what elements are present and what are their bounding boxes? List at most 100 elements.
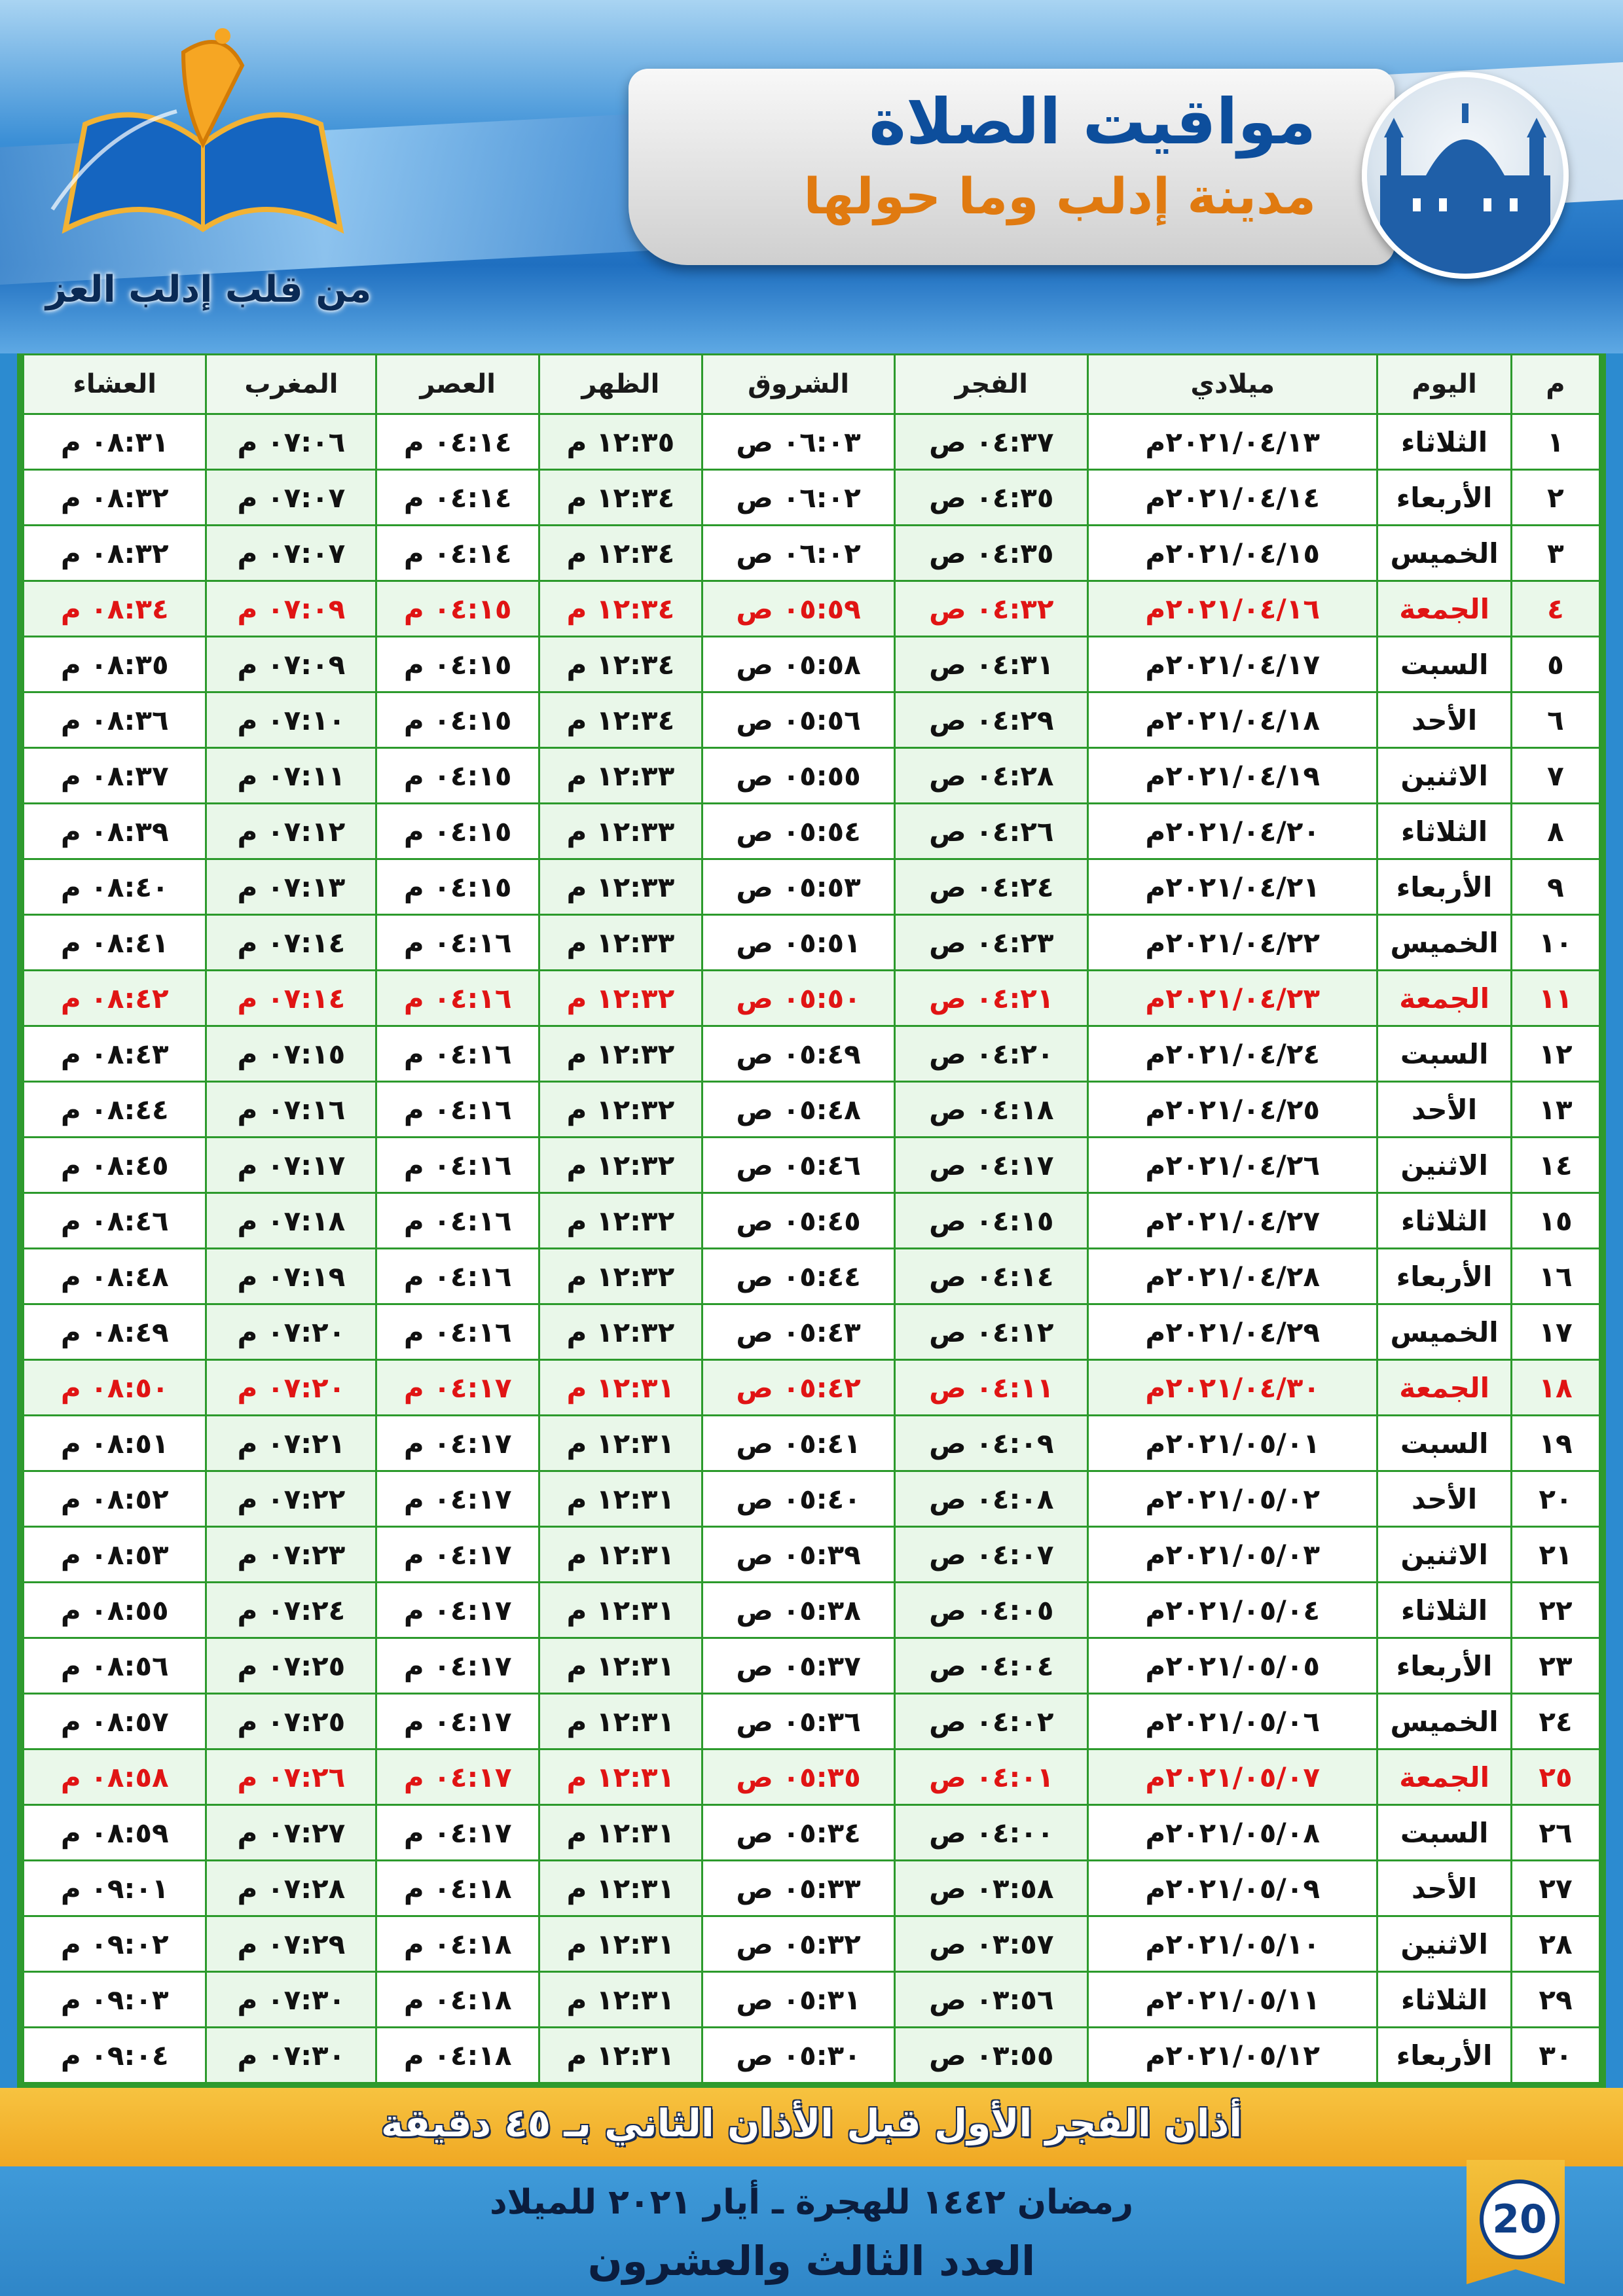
row-maghrib: ٠٧:١٧ م: [205, 1136, 378, 1194]
row-isha: ٠٨:٥٠ م: [22, 1359, 208, 1416]
row-maghrib: ٠٧:٣٠ م: [205, 2026, 378, 2084]
row-date: ٢٠٢١/٠٥/٠٦م: [1087, 1693, 1379, 1750]
table-row: ٢٣ الأربعاء ٢٠٢١/٠٥/٠٥م ٠٤:٠٤ ص ٠٥:٣٧ ص ١٢:٣١…: [22, 1637, 1601, 1695]
row-fajr: ٠٤:٢٦ ص: [894, 802, 1089, 860]
row-maghrib: ٠٧:٠٩ م: [205, 636, 378, 693]
table-row: ١٠ الخميس ٢٠٢١/٠٤/٢٢م ٠٤:٢٣ ص ٠٥:٥١ ص ١٢:٣٣ م…: [22, 914, 1601, 971]
row-asr: ٠٤:١٥ م: [375, 580, 541, 637]
row-dhuhr: ١٢:٣١ م: [538, 1804, 703, 1861]
row-isha: ٠٨:٥٢ م: [22, 1470, 208, 1528]
row-isha: ٠٨:٥٧ م: [22, 1693, 208, 1750]
row-isha: ٠٨:٤٤ م: [22, 1081, 208, 1138]
row-asr: ٠٤:١٧ م: [375, 1359, 541, 1416]
row-day: الأربعاء: [1376, 1247, 1512, 1305]
row-sunrise: ٠٥:٣٠ ص: [701, 2026, 896, 2084]
row-dhuhr: ١٢:٣٤ م: [538, 580, 703, 637]
row-asr: ٠٤:١٦ م: [375, 1192, 541, 1249]
row-fajr: ٠٤:٠٩ ص: [894, 1414, 1089, 1472]
row-number: ٢٤: [1510, 1693, 1601, 1750]
row-isha: ٠٨:٥٦ م: [22, 1637, 208, 1695]
row-date: ٢٠٢١/٠٤/١٤م: [1087, 469, 1379, 526]
row-day: الثلاثاء: [1376, 1581, 1512, 1639]
row-asr: ٠٤:١٦ م: [375, 969, 541, 1027]
row-day: الجمعة: [1376, 580, 1512, 637]
row-maghrib: ٠٧:٢٠ م: [205, 1303, 378, 1361]
row-date: ٢٠٢١/٠٤/١٣م: [1087, 413, 1379, 471]
row-sunrise: ٠٥:٣١ ص: [701, 1971, 896, 2028]
row-day: الأحد: [1376, 1081, 1512, 1138]
row-fajr: ٠٤:٢٩ ص: [894, 691, 1089, 749]
row-day: الأحد: [1376, 691, 1512, 749]
row-sunrise: ٠٥:٥٨ ص: [701, 636, 896, 693]
row-number: ٢٦: [1510, 1804, 1601, 1861]
row-day: الاثنين: [1376, 1526, 1512, 1583]
row-date: ٢٠٢١/٠٤/٢٠م: [1087, 802, 1379, 860]
row-fajr: ٠٤:٠٠ ص: [894, 1804, 1089, 1861]
row-isha: ٠٨:٣٤ م: [22, 580, 208, 637]
row-fajr: ٠٣:٥٦ ص: [894, 1971, 1089, 2028]
row-day: الخميس: [1376, 524, 1512, 582]
row-sunrise: ٠٥:٤٥ ص: [701, 1192, 896, 1249]
table-header-row: م اليوم ميلادي الفجر الشروق الظهر العصر …: [22, 353, 1601, 415]
row-maghrib: ٠٧:٠٧ م: [205, 524, 378, 582]
table-row: ٢١ الاثنين ٢٠٢١/٠٥/٠٣م ٠٤:٠٧ ص ٠٥:٣٩ ص ١٢:٣١ …: [22, 1526, 1601, 1583]
row-fajr: ٠٤:٢٨ ص: [894, 747, 1089, 804]
row-day: الثلاثاء: [1376, 1192, 1512, 1249]
row-day: الأحد: [1376, 1470, 1512, 1528]
row-number: ١: [1510, 413, 1601, 471]
row-sunrise: ٠٥:٥٤ ص: [701, 802, 896, 860]
row-maghrib: ٠٧:٢٨ م: [205, 1859, 378, 1917]
col-header-day: اليوم: [1376, 353, 1512, 415]
row-asr: ٠٤:١٧ م: [375, 1414, 541, 1472]
issue-badge: 20: [1467, 2160, 1565, 2284]
row-fajr: ٠٣:٥٨ ص: [894, 1859, 1089, 1917]
row-maghrib: ٠٧:٢٦ م: [205, 1748, 378, 1806]
row-number: ٣٠: [1510, 2026, 1601, 2084]
row-dhuhr: ١٢:٣١ م: [538, 1971, 703, 2028]
row-dhuhr: ١٢:٣١ م: [538, 1693, 703, 1750]
row-day: الاثنين: [1376, 1915, 1512, 1973]
row-day: الخميس: [1376, 1303, 1512, 1361]
row-number: ٢٠: [1510, 1470, 1601, 1528]
row-maghrib: ٠٧:٠٦ م: [205, 413, 378, 471]
row-number: ١٨: [1510, 1359, 1601, 1416]
row-day: الأربعاء: [1376, 1637, 1512, 1695]
row-maghrib: ٠٧:١٣ م: [205, 858, 378, 916]
row-isha: ٠٨:٤٠ م: [22, 858, 208, 916]
row-dhuhr: ١٢:٣١ م: [538, 1470, 703, 1528]
table-row: ٢٢ الثلاثاء ٢٠٢١/٠٥/٠٤م ٠٤:٠٥ ص ٠٥:٣٨ ص ١٢:٣١…: [22, 1581, 1601, 1639]
row-maghrib: ٠٧:١١ م: [205, 747, 378, 804]
row-fajr: ٠٤:٠٨ ص: [894, 1470, 1089, 1528]
row-day: الأربعاء: [1376, 858, 1512, 916]
row-maghrib: ٠٧:٠٧ م: [205, 469, 378, 526]
row-fajr: ٠٤:٢٣ ص: [894, 914, 1089, 971]
table-row: ٩ الأربعاء ٢٠٢١/٠٤/٢١م ٠٤:٢٤ ص ٠٥:٥٣ ص ١٢:٣٣ …: [22, 858, 1601, 916]
row-sunrise: ٠٦:٠٣ ص: [701, 413, 896, 471]
table-row: ١٤ الاثنين ٢٠٢١/٠٤/٢٦م ٠٤:١٧ ص ٠٥:٤٦ ص ١٢:٣٢ …: [22, 1136, 1601, 1194]
row-asr: ٠٤:١٥ م: [375, 691, 541, 749]
table-row: ٢٩ الثلاثاء ٢٠٢١/٠٥/١١م ٠٣:٥٦ ص ٠٥:٣١ ص ١٢:٣١…: [22, 1971, 1601, 2028]
row-maghrib: ٠٧:١٠ م: [205, 691, 378, 749]
row-number: ١٦: [1510, 1247, 1601, 1305]
row-day: السبت: [1376, 1804, 1512, 1861]
row-maghrib: ٠٧:٢١ م: [205, 1414, 378, 1472]
row-dhuhr: ١٢:٣٢ م: [538, 1136, 703, 1194]
row-sunrise: ٠٥:٥٠ ص: [701, 969, 896, 1027]
row-number: ١٣: [1510, 1081, 1601, 1138]
row-date: ٢٠٢١/٠٤/١٦م: [1087, 580, 1379, 637]
row-sunrise: ٠٥:٥٦ ص: [701, 691, 896, 749]
row-fajr: ٠٣:٥٥ ص: [894, 2026, 1089, 2084]
row-asr: ٠٤:١٥ م: [375, 802, 541, 860]
footer: رمضان ١٤٤٢ للهجرة ـ أيار ٢٠٢١ للميلاد ال…: [0, 2166, 1623, 2296]
row-sunrise: ٠٥:٤٩ ص: [701, 1025, 896, 1083]
row-maghrib: ٠٧:١٤ م: [205, 969, 378, 1027]
row-fajr: ٠٤:١٥ ص: [894, 1192, 1089, 1249]
row-dhuhr: ١٢:٣٥ م: [538, 413, 703, 471]
row-dhuhr: ١٢:٣٣ م: [538, 858, 703, 916]
row-number: ٢٩: [1510, 1971, 1601, 2028]
table-row: ١ الثلاثاء ٢٠٢١/٠٤/١٣م ٠٤:٣٧ ص ٠٦:٠٣ ص ١٢:٣٥ …: [22, 413, 1601, 471]
col-header-fajr: الفجر: [894, 353, 1089, 415]
row-maghrib: ٠٧:٢٤ م: [205, 1581, 378, 1639]
row-dhuhr: ١٢:٣٤ م: [538, 636, 703, 693]
mosque-icon: [1362, 72, 1569, 279]
